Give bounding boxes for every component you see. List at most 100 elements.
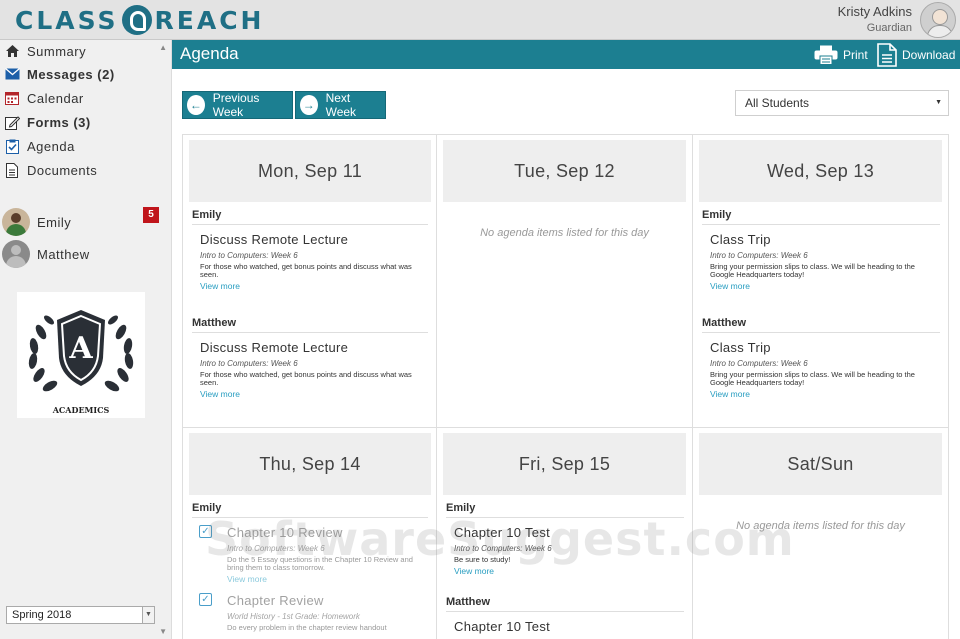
agenda-grid: Mon, Sep 11 Emily Discuss Remote Lecture… bbox=[182, 134, 949, 639]
student-section: Matthew Discuss Remote Lecture Intro to … bbox=[192, 317, 428, 399]
sidebar-item-label: Summary bbox=[27, 43, 87, 59]
student-avatar bbox=[2, 240, 30, 268]
day-cell-fri: Fri, Sep 15 Emily Chapter 10 Test Intro … bbox=[437, 428, 693, 639]
student-section-name: Matthew bbox=[702, 317, 940, 333]
notification-badge: 5 bbox=[143, 207, 159, 223]
envelope-icon bbox=[4, 66, 20, 82]
day-header: Thu, Sep 14 bbox=[189, 433, 431, 495]
agenda-item-description: For those who watched, get bonus points … bbox=[200, 262, 412, 279]
calendar-icon bbox=[4, 90, 20, 106]
svg-text:A: A bbox=[68, 331, 93, 366]
day-header: Fri, Sep 15 bbox=[443, 433, 686, 495]
student-section: Emily Class Trip Intro to Computers: Wee… bbox=[702, 209, 940, 291]
term-select[interactable]: Spring 2018 ▼ bbox=[6, 606, 155, 624]
sidebar-item-agenda[interactable]: Agenda bbox=[0, 135, 172, 157]
view-more-link[interactable]: View more bbox=[227, 574, 428, 584]
download-button[interactable]: Download bbox=[877, 42, 955, 67]
sidebar-student-matthew[interactable]: Matthew bbox=[2, 240, 170, 268]
agenda-item-description: Bring your permission slips to class. We… bbox=[710, 370, 915, 387]
print-button[interactable]: Print bbox=[814, 42, 868, 67]
agenda-item-description: Bring your permission slips to class. We… bbox=[710, 262, 915, 279]
agenda-item-description: Do every problem in the chapter review h… bbox=[227, 623, 387, 632]
home-icon bbox=[4, 43, 20, 59]
student-filter-select[interactable]: All Students ▼ bbox=[735, 90, 949, 116]
crest-emblem: A bbox=[28, 310, 134, 392]
agenda-item-course: Intro to Computers: Week 6 bbox=[710, 251, 808, 260]
student-avatar bbox=[2, 208, 30, 236]
view-more-link[interactable]: View more bbox=[200, 389, 428, 399]
user-avatar[interactable] bbox=[920, 2, 956, 38]
agenda-item-description: Do the 5 Essay questions in the Chapter … bbox=[227, 555, 413, 572]
chevron-down-icon: ▼ bbox=[935, 99, 942, 106]
sidebar-item-messages[interactable]: Messages (2) bbox=[0, 63, 172, 85]
day-cell-wed: Wed, Sep 13 Emily Class Trip Intro to Co… bbox=[693, 135, 948, 428]
agenda-item-body: Chapter Review World History - 1st Grade… bbox=[200, 593, 428, 632]
school-crest-logo: A ACADEMICS bbox=[17, 292, 145, 418]
day-cell-tue: Tue, Sep 12 No agenda items listed for t… bbox=[437, 135, 693, 428]
view-more-link[interactable]: View more bbox=[200, 281, 428, 291]
agenda-item-title: Discuss Remote Lecture bbox=[200, 232, 349, 247]
agenda-item-course: Intro to Computers: Week 6 bbox=[200, 251, 298, 260]
agenda-item[interactable]: Discuss Remote Lecture Intro to Computer… bbox=[192, 340, 428, 399]
logo-mark-icon bbox=[121, 5, 152, 35]
agenda-item[interactable]: Discuss Remote Lecture Intro to Computer… bbox=[192, 232, 428, 291]
student-name: Matthew bbox=[37, 246, 90, 262]
student-section: Emily ✓ Chapter 10 Review Intro to Compu… bbox=[192, 502, 428, 632]
student-filter-value: All Students bbox=[745, 96, 810, 110]
view-more-link[interactable]: View more bbox=[454, 566, 684, 576]
main-header: Agenda Print Download bbox=[172, 40, 960, 69]
agenda-item-title: Chapter 10 Review bbox=[227, 525, 343, 540]
agenda-item[interactable]: Chapter 10 Test bbox=[446, 619, 684, 634]
user-info[interactable]: Kristy Adkins Guardian bbox=[838, 4, 912, 34]
download-label: Download bbox=[902, 47, 956, 62]
sidebar-item-label: Messages (2) bbox=[27, 66, 115, 82]
sidebar-item-label: Agenda bbox=[27, 138, 75, 154]
agenda-item-description: Be sure to study! bbox=[454, 555, 511, 564]
agenda-item[interactable]: ✓ Chapter Review World History - 1st Gra… bbox=[192, 593, 428, 632]
student-section-name: Emily bbox=[192, 209, 428, 225]
document-icon bbox=[4, 162, 20, 178]
user-name: Kristy Adkins bbox=[837, 4, 912, 19]
previous-week-button[interactable]: ← Previous Week bbox=[182, 91, 293, 119]
arrow-right-icon: → bbox=[300, 95, 318, 115]
student-section-name: Emily bbox=[192, 502, 428, 518]
agenda-item[interactable]: Class Trip Intro to Computers: Week 6 Br… bbox=[702, 340, 940, 399]
student-section: Matthew Chapter 10 Test bbox=[446, 596, 684, 638]
chevron-down-icon: ▼ bbox=[142, 607, 154, 623]
agenda-item-body: Chapter 10 Review Intro to Computers: We… bbox=[200, 525, 428, 584]
agenda-item-course: Intro to Computers: Week 6 bbox=[200, 359, 298, 368]
agenda-item-course: Intro to Computers: Week 6 bbox=[227, 544, 325, 553]
logo-text-left: CLASS bbox=[15, 5, 119, 35]
scroll-down-icon[interactable]: ▼ bbox=[159, 627, 167, 636]
classreach-logo[interactable]: CLASS REACH bbox=[15, 3, 264, 37]
day-cell-weekend: Sat/Sun No agenda items listed for this … bbox=[693, 428, 948, 639]
empty-day-note: No agenda items listed for this day bbox=[480, 227, 649, 239]
student-section: Emily Chapter 10 Test Intro to Computers… bbox=[446, 502, 684, 576]
view-more-link[interactable]: View more bbox=[710, 281, 940, 291]
sidebar-item-summary[interactable]: Summary bbox=[0, 40, 172, 62]
sidebar-item-calendar[interactable]: Calendar bbox=[0, 87, 172, 109]
print-label: Print bbox=[843, 47, 868, 62]
next-week-label: Next Week bbox=[325, 91, 357, 119]
day-header: Wed, Sep 13 bbox=[699, 140, 942, 202]
agenda-item[interactable]: ✓ Chapter 10 Review Intro to Computers: … bbox=[192, 525, 428, 584]
day-cell-mon: Mon, Sep 11 Emily Discuss Remote Lecture… bbox=[183, 135, 437, 428]
agenda-item[interactable]: Chapter 10 Test Intro to Computers: Week… bbox=[446, 525, 684, 576]
day-header: Sat/Sun bbox=[699, 433, 942, 495]
agenda-item-title: Class Trip bbox=[710, 232, 771, 247]
view-more-link[interactable]: View more bbox=[710, 389, 940, 399]
sidebar-item-documents[interactable]: Documents bbox=[0, 159, 172, 181]
page-title: Agenda bbox=[180, 44, 239, 63]
next-week-button[interactable]: → Next Week bbox=[295, 91, 386, 119]
agenda-item-title: Discuss Remote Lecture bbox=[200, 340, 349, 355]
sidebar-item-forms[interactable]: Forms (3) bbox=[0, 111, 172, 133]
agenda-item[interactable]: Class Trip Intro to Computers: Week 6 Br… bbox=[702, 232, 940, 291]
sidebar-item-label: Calendar bbox=[27, 90, 84, 106]
term-select-value: Spring 2018 bbox=[12, 609, 72, 621]
student-section: Emily Discuss Remote Lecture Intro to Co… bbox=[192, 209, 428, 291]
sidebar: ▲ Summary Messages (2) Calendar Forms (3… bbox=[0, 40, 172, 639]
sidebar-item-label: Documents bbox=[27, 162, 98, 178]
clipboard-check-icon bbox=[4, 138, 20, 154]
agenda-item-course: Intro to Computers: Week 6 bbox=[454, 544, 552, 553]
agenda-item-title: Chapter Review bbox=[227, 593, 324, 608]
